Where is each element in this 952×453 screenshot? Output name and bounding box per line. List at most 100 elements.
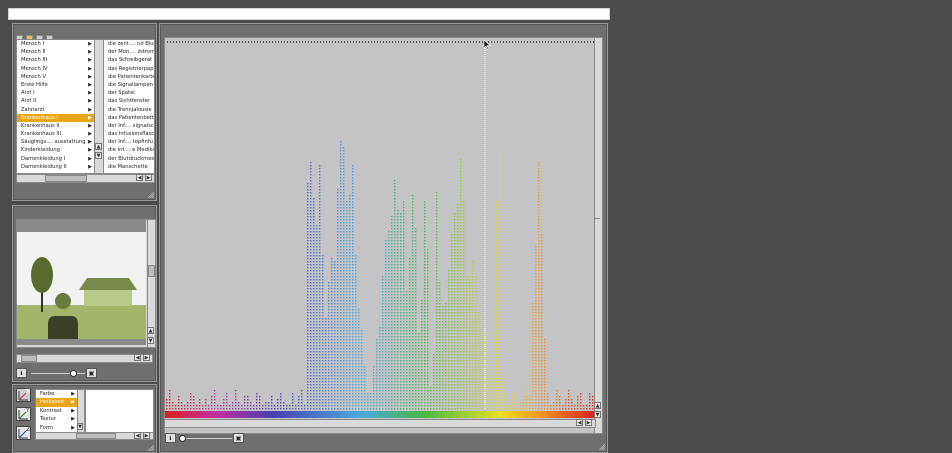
list-item-label: Krankenhaus I: [21, 114, 58, 121]
scroll-up-button[interactable]: ▲: [95, 143, 102, 150]
list-item[interactable]: der Spatel: [104, 89, 154, 97]
list-item[interactable]: die Inf.... e Medika: [104, 146, 154, 154]
list-item[interactable]: die zent.... nd Blut: [104, 40, 154, 48]
list-item[interactable]: Damenkleidung II ▶: [17, 163, 95, 171]
scroll-left-button[interactable]: ◀: [136, 174, 143, 181]
axis-x-label: X: [26, 388, 31, 395]
list-item-label: Krankenhaus II: [21, 122, 60, 129]
resize-grip-icon[interactable]: [148, 192, 154, 198]
list-item[interactable]: die Signallampen: [104, 81, 154, 89]
scroll-left-button[interactable]: ◀: [576, 419, 583, 426]
axis-x-button[interactable]: X: [16, 388, 31, 402]
scroll-right-button[interactable]: ▶: [585, 419, 592, 426]
preview-frame: [16, 219, 149, 348]
axis-z-button[interactable]: Z: [16, 426, 31, 440]
list-item-label: der Blutdruckmes: [108, 155, 155, 162]
list-item[interactable]: Kinderkleidung ▶: [17, 146, 95, 154]
list-item-label: die Signallampen: [108, 81, 153, 88]
list-item[interactable]: Helligkeit ▶: [36, 398, 78, 407]
list-item[interactable]: Krankenhaus II ▶: [17, 122, 95, 130]
list-item[interactable]: Mensch I ▶: [17, 40, 95, 48]
list-item[interactable]: Arzt II ▶: [17, 97, 95, 105]
scroll-right-button[interactable]: ▶: [143, 432, 150, 439]
list-item[interactable]: Säuglings.... ausstattung ▶: [17, 138, 95, 146]
preview-vertical-scrollbar[interactable]: ▲ ▼: [147, 219, 156, 348]
list-item[interactable]: die Patientenkarte: [104, 73, 154, 81]
list-item[interactable]: das Sichtfenster: [104, 97, 154, 105]
list-item-label: die Trennjalousie: [108, 106, 152, 113]
scroll-thumb[interactable]: [595, 218, 600, 219]
list-item[interactable]: Mensch III ▶: [17, 56, 95, 64]
property-horizontal-scrollbar[interactable]: ◀ ▶: [35, 432, 154, 440]
list-item[interactable]: der Inf.... signalsc: [104, 122, 154, 130]
list-item[interactable]: das Registrierpap: [104, 65, 154, 73]
plot-vertical-scrollbar[interactable]: ▲ ▼: [594, 37, 603, 434]
preview-info-button[interactable]: ℹ: [16, 368, 27, 378]
list-item[interactable]: Arzt I ▶: [17, 89, 95, 97]
list-item[interactable]: Mensch V ▶: [17, 73, 95, 81]
list-item[interactable]: die Trennjalousie: [104, 106, 154, 114]
scroll-right-button[interactable]: ▶: [145, 174, 152, 181]
property-list-scrollbar[interactable]: ▼: [77, 389, 85, 433]
list-item[interactable]: Damenkleidung I ▶: [17, 155, 95, 163]
category-list: Mensch I ▶ Mensch II ▶ Mensch III ▶ Mensch IV ▶…: [16, 39, 96, 174]
scroll-thumb[interactable]: [21, 355, 37, 362]
plot-fit-button[interactable]: ▣: [233, 433, 244, 443]
histogram-plot[interactable]: [165, 38, 595, 433]
submenu-arrow-icon: ▶: [88, 57, 92, 64]
scroll-thumb[interactable]: [45, 175, 87, 182]
list-item-label: die Inf.... e Medika: [108, 147, 155, 154]
scroll-down-button[interactable]: ▼: [77, 423, 83, 430]
list-item[interactable]: Krankenhaus I ▶: [17, 113, 95, 122]
preview-scroll-thumb[interactable]: [148, 265, 155, 277]
list-item[interactable]: die Manschette: [104, 163, 154, 171]
list-item[interactable]: Mensch IV ▶: [17, 65, 95, 73]
preview-zoom-knob[interactable]: [70, 370, 78, 377]
scroll-right-button[interactable]: ▶: [143, 354, 150, 361]
histogram-bars: [166, 141, 594, 410]
list-item[interactable]: der Blutdruckmes: [104, 155, 154, 163]
list-item[interactable]: das Patientenbett: [104, 114, 154, 122]
axis-y-button[interactable]: Y: [16, 407, 31, 421]
list-item[interactable]: Textur ▶: [36, 415, 78, 423]
list-item-label: Helligkeit: [40, 399, 65, 406]
list-item[interactable]: Zahnarzt ▶: [17, 106, 95, 114]
list-item[interactable]: Form ▶: [36, 424, 78, 432]
submenu-arrow-icon: ▶: [88, 98, 92, 105]
scroll-up-button[interactable]: ▲: [147, 327, 154, 334]
list-item[interactable]: das Infusionsfläsc: [104, 130, 154, 138]
plot-zoom-knob[interactable]: [179, 435, 186, 442]
scroll-left-button[interactable]: ◀: [134, 432, 141, 439]
scroll-thumb[interactable]: [76, 433, 116, 439]
list-item[interactable]: Krankenhaus III ▶: [17, 130, 95, 138]
scroll-down-button[interactable]: ▼: [147, 337, 154, 344]
scroll-down-button[interactable]: ▼: [95, 152, 102, 159]
submenu-arrow-icon: ▶: [88, 114, 92, 121]
plot-zoom-track[interactable]: [180, 438, 232, 439]
category-horizontal-scrollbar[interactable]: ◀ ▶: [16, 174, 155, 183]
resize-grip-icon[interactable]: [599, 444, 605, 450]
list-item[interactable]: Erste Hilfe ▶: [17, 81, 95, 89]
list-item-label: Damenkleidung II: [21, 163, 67, 170]
preview-horizontal-scrollbar[interactable]: ◀ ▶: [16, 354, 153, 363]
plot-info-button[interactable]: ℹ: [165, 433, 176, 443]
list-item-label: die Manschette: [108, 163, 148, 170]
property-list: Farbe ▶ Helligkeit ▶ Kontrast ▶ Textur ▶ Form ▶: [35, 389, 79, 433]
scroll-left-button[interactable]: ◀: [134, 354, 141, 361]
scroll-up-button[interactable]: ▲: [594, 402, 601, 409]
list-item-label: die zent.... nd Blut: [108, 41, 155, 47]
list-item[interactable]: Mensch II ▶: [17, 48, 95, 56]
list-item[interactable]: Kontrast ▶: [36, 407, 78, 415]
category-list-scrollbar[interactable]: ▲ ▼: [94, 39, 104, 174]
preview-fit-button[interactable]: ▣: [86, 368, 97, 378]
resize-grip-icon[interactable]: [148, 445, 154, 451]
search-bar[interactable]: [8, 8, 610, 20]
list-item-label: die Patientenkarte: [108, 73, 155, 80]
scroll-down-button[interactable]: ▼: [594, 411, 601, 418]
list-item-label: der Mon.... zstrom: [108, 49, 155, 56]
list-item[interactable]: das Schreibgerät: [104, 56, 154, 64]
plot-horizontal-scrollbar[interactable]: ◀ ▶: [164, 419, 596, 428]
list-item[interactable]: der Mon.... zstrom: [104, 48, 154, 56]
list-item[interactable]: Farbe ▶: [36, 390, 78, 398]
list-item[interactable]: der Inf.... topfinfu: [104, 138, 154, 146]
